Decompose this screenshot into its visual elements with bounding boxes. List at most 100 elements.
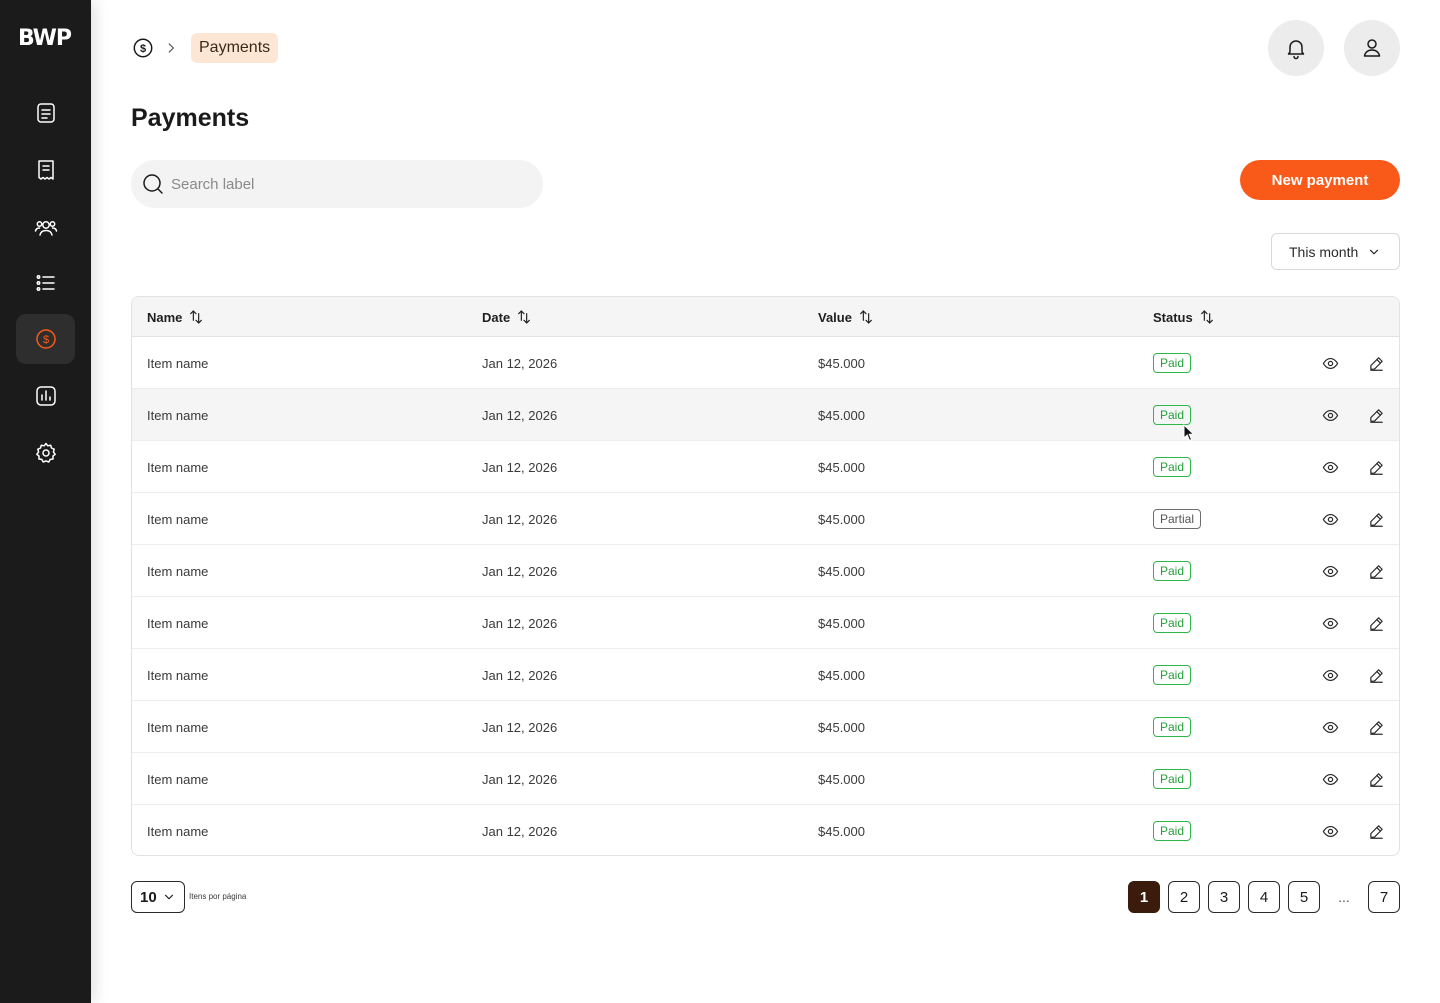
dollar-circle-icon[interactable]: $ [131, 36, 155, 60]
eye-icon [1322, 771, 1339, 788]
app: BWP $ $ Payments Payments Search label N… [0, 0, 1440, 1003]
sidebar-item-tasks[interactable] [16, 258, 75, 308]
mouse-cursor-icon [1183, 424, 1195, 442]
page-button-last[interactable]: 7 [1368, 881, 1400, 913]
view-button[interactable] [1320, 457, 1340, 477]
view-button[interactable] [1320, 561, 1340, 581]
table-row[interactable]: Item name Jan 12, 2026 $45.000 Partial [132, 493, 1399, 545]
edit-button[interactable] [1366, 613, 1386, 633]
view-button[interactable] [1320, 769, 1340, 789]
notifications-button[interactable] [1268, 20, 1324, 76]
profile-button[interactable] [1344, 20, 1400, 76]
cell-name: Item name [147, 771, 209, 787]
pencil-icon [1368, 407, 1385, 424]
receipt-icon [37, 160, 54, 180]
cell-name: Item name [147, 355, 209, 371]
bell-icon [1287, 40, 1305, 60]
edit-button[interactable] [1366, 769, 1386, 789]
view-button[interactable] [1320, 821, 1340, 841]
eye-icon [1322, 459, 1339, 476]
sidebar-item-payments[interactable]: $ [16, 314, 75, 364]
per-page-value: 10 [140, 888, 157, 906]
cell-status: Paid [1153, 701, 1192, 753]
cell-status: Paid [1153, 441, 1192, 493]
column-label: Status [1153, 309, 1193, 325]
table-row[interactable]: Item name Jan 12, 2026 $45.000 Paid [132, 701, 1399, 753]
search-icon [143, 174, 163, 194]
edit-button[interactable] [1366, 561, 1386, 581]
cell-value: $45.000 [818, 407, 865, 423]
column-header-value[interactable]: Value [818, 297, 874, 337]
sort-icon [1200, 310, 1213, 324]
eye-icon [1322, 615, 1339, 632]
edit-button[interactable] [1366, 457, 1386, 477]
edit-button[interactable] [1366, 717, 1386, 737]
table-row[interactable]: Item name Jan 12, 2026 $45.000 Paid [132, 441, 1399, 493]
chevron-right-icon [159, 36, 183, 60]
cell-value: $45.000 [818, 459, 865, 475]
table-row[interactable]: Item name Jan 12, 2026 $45.000 Paid [132, 597, 1399, 649]
users-icon [34, 221, 57, 236]
page-button-4[interactable]: 4 [1248, 881, 1280, 913]
edit-button[interactable] [1366, 353, 1386, 373]
search-box [131, 160, 543, 208]
pencil-icon [1368, 771, 1385, 788]
list-icon [36, 275, 55, 291]
view-button[interactable] [1320, 613, 1340, 633]
table-row[interactable]: Item name Jan 12, 2026 $45.000 Paid [132, 753, 1399, 805]
cell-value: $45.000 [818, 719, 865, 735]
status-badge: Partial [1153, 509, 1202, 529]
cell-date: Jan 12, 2026 [482, 459, 558, 475]
view-button[interactable] [1320, 665, 1340, 685]
edit-button[interactable] [1366, 821, 1386, 841]
new-payment-button[interactable]: New payment [1240, 160, 1400, 200]
status-badge: Paid [1153, 561, 1192, 581]
sidebar-item-reports[interactable] [16, 371, 75, 421]
view-button[interactable] [1320, 717, 1340, 737]
view-button[interactable] [1320, 509, 1340, 529]
period-select[interactable]: This month [1271, 233, 1400, 270]
edit-button[interactable] [1366, 405, 1386, 425]
cell-name: Item name [147, 407, 209, 423]
table-row[interactable]: Item name Jan 12, 2026 $45.000 Paid [132, 649, 1399, 701]
edit-button[interactable] [1366, 665, 1386, 685]
document-icon [36, 103, 55, 123]
column-header-status[interactable]: Status [1153, 297, 1215, 337]
column-label: Name [147, 309, 183, 325]
table-row[interactable]: Item name Jan 12, 2026 $45.000 Paid [132, 389, 1399, 441]
table-row[interactable]: Item name Jan 12, 2026 $45.000 Paid [132, 337, 1399, 389]
table-row[interactable]: Item name Jan 12, 2026 $45.000 Paid [132, 545, 1399, 597]
sidebar-item-clients[interactable] [16, 203, 75, 253]
page-button-5[interactable]: 5 [1288, 881, 1320, 913]
cell-date: Jan 12, 2026 [482, 615, 558, 631]
status-badge: Paid [1153, 665, 1192, 685]
per-page-select[interactable]: 10 [131, 881, 185, 913]
cell-date: Jan 12, 2026 [482, 719, 558, 735]
logo[interactable]: BWP [18, 24, 74, 51]
column-header-date[interactable]: Date [482, 297, 532, 337]
cell-status: Paid [1153, 337, 1192, 389]
page-button-3[interactable]: 3 [1208, 881, 1240, 913]
cell-status: Paid [1153, 545, 1192, 597]
status-badge: Paid [1153, 613, 1192, 633]
table-header: Name Date Value Status [132, 297, 1399, 337]
svg-text:$: $ [140, 43, 146, 55]
table-row[interactable]: Item name Jan 12, 2026 $45.000 Paid [132, 805, 1399, 855]
search-input[interactable] [171, 175, 511, 193]
pencil-icon [1368, 719, 1385, 736]
eye-icon [1322, 511, 1339, 528]
column-header-name[interactable]: Name [147, 297, 204, 337]
cell-name: Item name [147, 719, 209, 735]
page-button-2[interactable]: 2 [1168, 881, 1200, 913]
cell-name: Item name [147, 823, 209, 839]
sidebar-item-settings[interactable] [16, 428, 75, 478]
user-icon [1363, 39, 1381, 57]
pencil-icon [1368, 667, 1385, 684]
view-button[interactable] [1320, 405, 1340, 425]
view-button[interactable] [1320, 353, 1340, 373]
page-button-1[interactable]: 1 [1128, 881, 1160, 913]
column-label: Value [818, 309, 852, 325]
sidebar-item-documents[interactable] [16, 88, 75, 138]
sidebar-item-invoices[interactable] [16, 145, 75, 195]
edit-button[interactable] [1366, 509, 1386, 529]
